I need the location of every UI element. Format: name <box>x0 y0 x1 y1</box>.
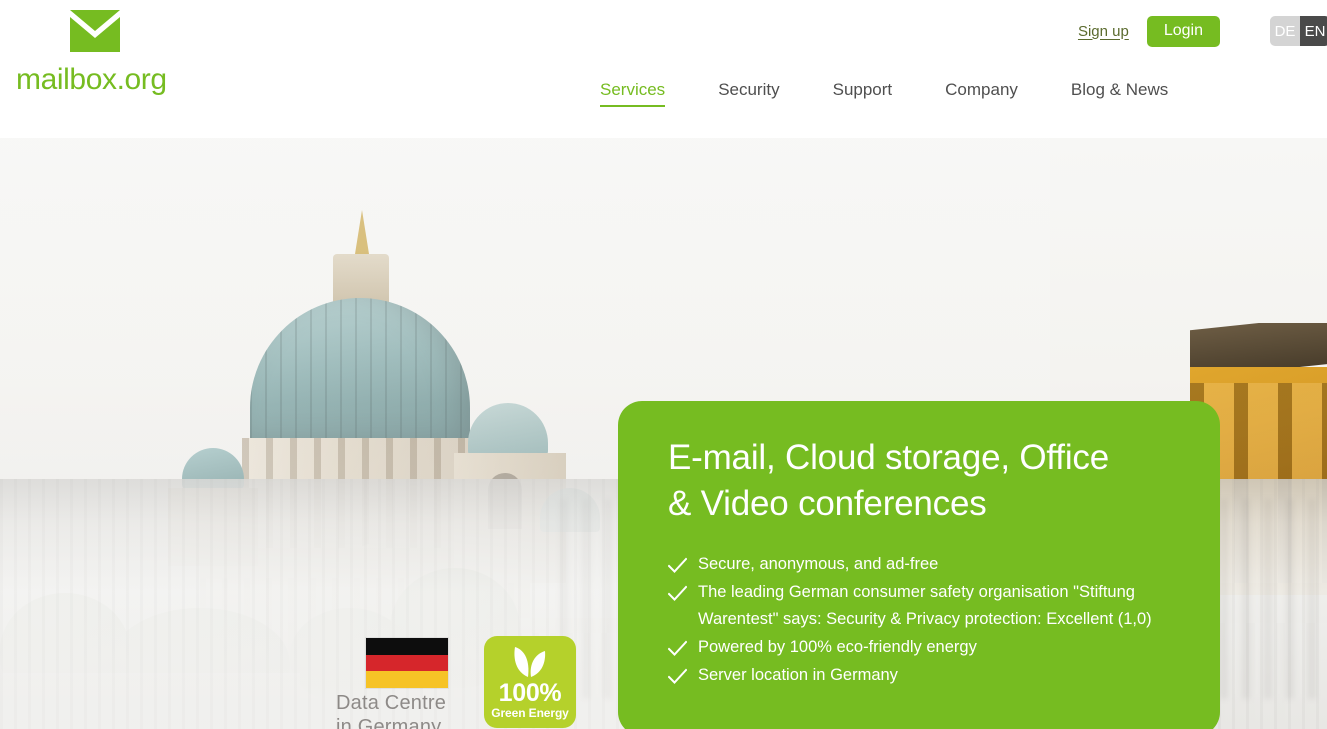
nav-item-company[interactable]: Company <box>945 80 1018 107</box>
green-energy-label: Green Energy <box>491 706 569 720</box>
check-icon <box>667 667 688 684</box>
hero-section: Data Centre in Germany 100% Green Energy… <box>0 138 1327 729</box>
list-item: Server location in Germany <box>667 662 1176 689</box>
language-switcher[interactable]: DE EN <box>1270 16 1327 46</box>
list-item-label: Server location in Germany <box>698 666 898 684</box>
main-navigation: Services Security Support Company Blog &… <box>600 80 1168 107</box>
green-energy-percent: 100% <box>498 679 562 707</box>
list-item: The leading German consumer safety organ… <box>667 579 1176 633</box>
list-item-label: Secure, anonymous, and ad-free <box>698 555 939 573</box>
hero-content-panel: E-mail, Cloud storage, Office & Video co… <box>618 401 1220 729</box>
language-option-de[interactable]: DE <box>1270 16 1300 46</box>
check-icon <box>667 639 688 656</box>
nav-item-services[interactable]: Services <box>600 80 666 107</box>
logo-link[interactable]: mailbox.org <box>16 3 216 103</box>
cathedral-spire <box>355 210 369 254</box>
list-item-label: Powered by 100% eco-friendly energy <box>698 638 977 656</box>
hero-headline-line2: & Video conferences <box>668 484 987 523</box>
green-energy-badge: 100% Green Energy <box>484 636 576 728</box>
login-button[interactable]: Login <box>1146 15 1220 47</box>
nav-item-blog-news[interactable]: Blog & News <box>1071 80 1168 107</box>
nav-item-security[interactable]: Security <box>718 80 779 107</box>
nav-item-support[interactable]: Support <box>833 80 893 107</box>
hero-headline: E-mail, Cloud storage, Office & Video co… <box>668 435 1176 527</box>
check-icon <box>667 584 688 601</box>
list-item: Powered by 100% eco-friendly energy <box>667 634 1176 661</box>
logo-text: mailbox.org <box>16 63 167 96</box>
hero-feature-list: Secure, anonymous, and ad-free The leadi… <box>667 551 1176 689</box>
envelope-icon <box>70 10 120 52</box>
german-flag-icon <box>366 638 448 688</box>
list-item-label: The leading German consumer safety organ… <box>698 583 1152 628</box>
check-icon <box>667 556 688 573</box>
language-option-en[interactable]: EN <box>1300 16 1327 46</box>
site-header: mailbox.org Sign up Login DE EN Services… <box>0 0 1327 138</box>
hero-headline-line1: E-mail, Cloud storage, Office <box>668 438 1109 477</box>
cathedral-dome-ribs <box>250 298 470 448</box>
list-item: Secure, anonymous, and ad-free <box>667 551 1176 578</box>
header-utility-row: Sign up Login <box>1078 15 1220 47</box>
sign-up-link[interactable]: Sign up <box>1078 23 1129 40</box>
leaf-icon <box>509 645 551 677</box>
